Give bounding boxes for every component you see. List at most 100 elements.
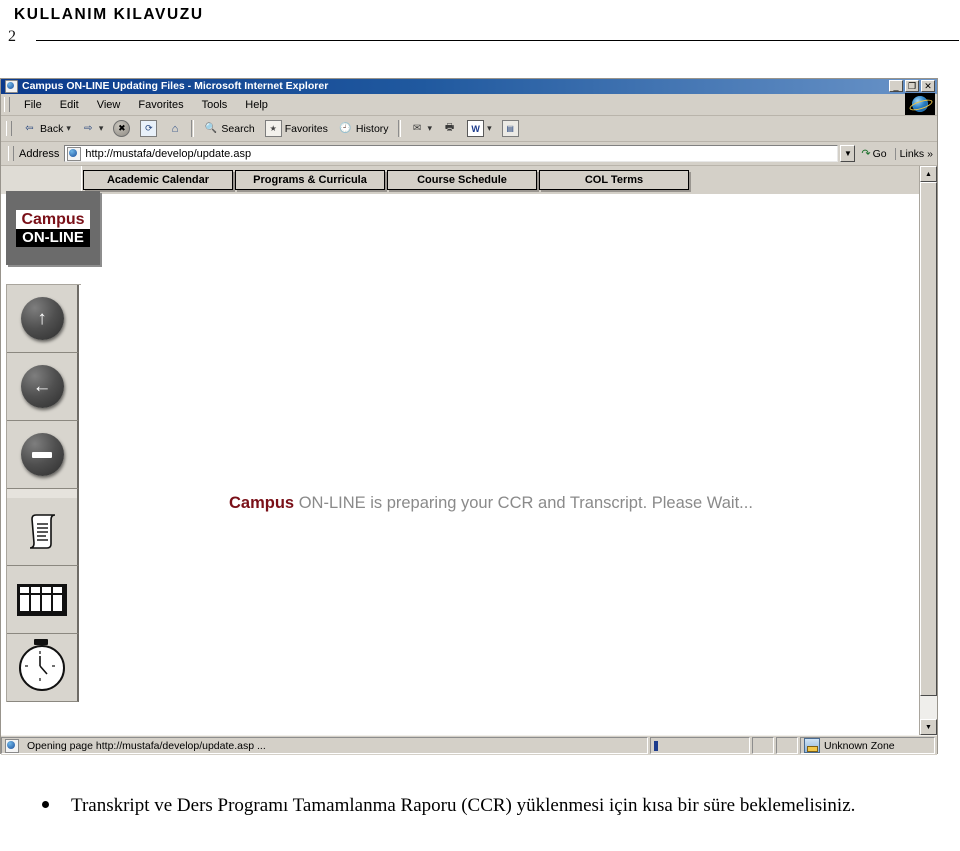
word-editor-icon: W [467,120,485,137]
history-button-label: History [355,122,389,135]
bullet-paragraph-text: Transkript ve Ders Programı Tamamlanma R… [71,795,856,816]
scroll-track[interactable] [920,182,937,719]
logo-campus-text: Campus [16,209,90,229]
messenger-icon: ▤ [501,120,519,137]
address-input[interactable]: http://mustafa/develop/update.asp [64,145,839,162]
home-icon: ⌂ [171,122,179,135]
ie-animated-logo [905,93,935,115]
history-clock-icon: 🕘 [339,123,352,134]
sidebar-separator [7,489,79,498]
address-gripper[interactable] [8,146,14,161]
menu-bar: File Edit View Favorites Tools Help [1,93,937,116]
sidebar-item-back[interactable]: ← [7,353,79,421]
menu-gripper[interactable] [4,97,10,112]
scroll-down-button[interactable]: ▼ [920,719,937,735]
browser-title-bar: Campus ON-LINE Updating Files - Microsof… [1,79,937,94]
stop-icon: ✖ [113,120,131,137]
window-controls: _ ❐ ✕ [889,80,935,92]
toolbar-separator-1 [191,120,195,137]
messenger-button[interactable]: ▤ [497,119,524,138]
up-arrow-glyph: ↑ [37,308,47,329]
mail-dropdown-icon[interactable]: ▾ [428,123,433,134]
message-text: ON-LINE is preparing your CCR and Transc… [294,494,753,512]
close-button[interactable]: ✕ [921,80,935,92]
status-zone-label: Unknown Zone [824,739,895,752]
sidebar-item-clock[interactable] [7,634,79,702]
status-pane-3 [776,737,798,754]
tab-academic-calendar[interactable]: Academic Calendar [83,170,233,190]
address-dropdown-button[interactable]: ▼ [840,145,856,162]
go-button-label: Go [872,147,887,160]
links-button[interactable]: Links » [894,147,937,160]
window-title: Campus ON-LINE Updating Files - Microsof… [22,80,329,92]
restore-button[interactable]: ❐ [905,80,919,92]
links-chevron-icon: » [927,147,933,160]
loading-message: Campus ON-LINE is preparing your CCR and… [229,494,753,513]
favorites-button[interactable]: ★ Favorites [260,119,333,138]
back-button[interactable]: ⇦ Back ▾ [17,120,76,137]
left-arrow-icon: ← [20,365,64,408]
search-button[interactable]: 🔍 Search [198,120,259,137]
home-button[interactable]: ⌂ [162,120,187,137]
menu-item-view[interactable]: View [88,97,130,113]
scroll-up-button[interactable]: ▲ [920,166,937,182]
go-button[interactable]: ↷ Go [855,147,892,161]
status-message-pane: Opening page http://mustafa/develop/upda… [1,737,648,754]
sidebar-item-schedule[interactable] [7,566,79,634]
progress-chunk [654,740,658,751]
tab-course-schedule[interactable]: Course Schedule [387,170,537,190]
menu-item-favorites[interactable]: Favorites [129,97,192,113]
menu-item-help[interactable]: Help [236,97,277,113]
menu-item-file[interactable]: File [15,97,51,113]
forward-arrow-icon: ⇨ [84,123,93,134]
sidebar-item-transcript[interactable] [7,498,79,566]
forward-button[interactable]: ⇨ ▾ [76,120,109,137]
sidebar-item-minus[interactable] [7,421,79,489]
refresh-button[interactable]: ⟳ [135,119,162,138]
menu-item-edit[interactable]: Edit [51,97,88,113]
grid-table-icon [17,583,67,616]
menu-item-tools[interactable]: Tools [193,97,237,113]
minus-icon [20,433,64,476]
go-arrow-icon: ↷ [861,148,871,160]
site-sidebar: Campus ON-LINE [6,191,100,265]
browser-window: Campus ON-LINE Updating Files - Microsof… [0,78,938,755]
status-zone-pane: Unknown Zone [800,737,935,754]
links-label: Links [899,147,925,160]
back-arrow-icon: ⇦ [25,123,34,134]
security-zone-icon [804,738,820,753]
edit-dropdown-icon[interactable]: ▾ [487,123,492,134]
mail-button[interactable]: ✉ ▾ [405,120,438,137]
site-tab-bar: Academic Calendar Programs & Curricula C… [1,166,937,194]
up-arrow-icon: ↑ [20,297,64,340]
back-dropdown-icon[interactable]: ▾ [66,123,71,134]
page-vertical-scrollbar[interactable]: ▲ ▼ [919,166,937,735]
globe-icon [912,96,928,112]
left-arrow-glyph: ← [32,376,52,397]
page-title: KULLANIM KILAVUZU [14,6,204,23]
history-button[interactable]: 🕘 History [333,120,394,137]
scroll-thumb[interactable] [920,182,937,696]
page-viewport: Academic Calendar Programs & Curricula C… [1,166,937,735]
edit-with-word-button[interactable]: W ▾ [462,119,497,138]
address-label: Address [19,147,60,160]
bullet-point-icon [42,801,49,808]
browser-status-bar: Opening page http://mustafa/develop/upda… [1,735,937,755]
forward-dropdown-icon[interactable]: ▾ [99,123,104,134]
stop-button[interactable]: ✖ [108,119,135,138]
toolbar-gripper[interactable] [6,121,12,136]
page-icon [67,146,82,161]
print-button[interactable]: 🖶 [437,120,462,137]
tab-col-terms[interactable]: COL Terms [539,170,689,190]
sidebar-item-up[interactable]: ↑ [7,285,79,353]
search-icon: 🔍 [204,123,218,134]
refresh-icon: ⟳ [140,120,158,137]
status-page-icon [5,738,19,753]
tab-programs-curricula[interactable]: Programs & Curricula [235,170,385,190]
favorites-star-icon: ★ [264,120,282,137]
status-progress-pane [650,737,750,754]
minimize-button[interactable]: _ [889,80,903,92]
bullet-paragraph: Transkript ve Ders Programı Tamamlanma R… [42,792,942,819]
address-bar: Address http://mustafa/develop/update.as… [1,142,937,166]
status-message: Opening page http://mustafa/develop/upda… [27,739,266,752]
